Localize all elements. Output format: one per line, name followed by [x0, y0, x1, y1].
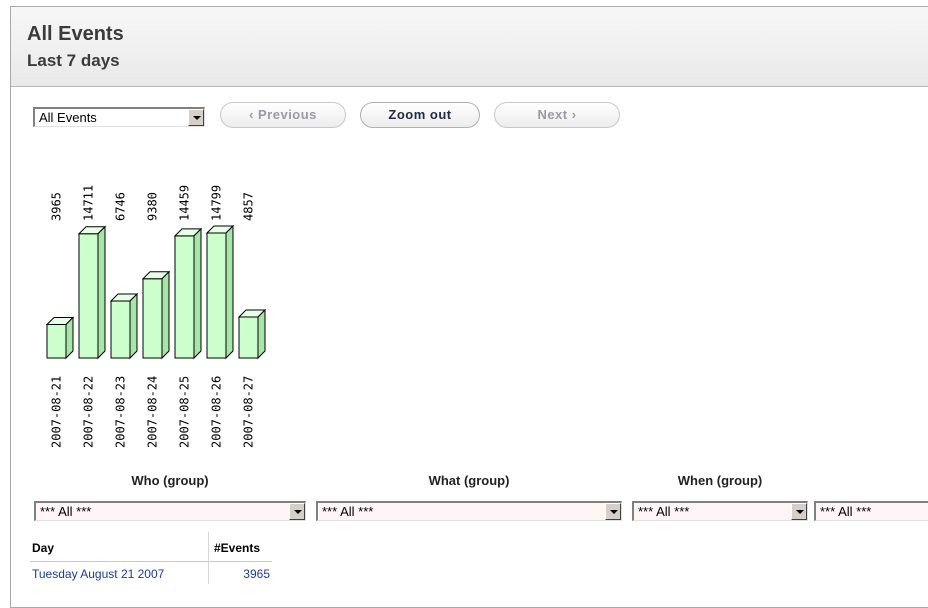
who-filter-value: *** All ***	[40, 504, 92, 519]
chart-category-label: 2007-08-26	[210, 376, 224, 448]
table-divider	[208, 532, 209, 584]
what-filter-value: *** All ***	[322, 504, 374, 519]
chevron-down-icon[interactable]	[791, 503, 807, 520]
chart-bar	[173, 227, 203, 360]
chart-bar	[141, 270, 171, 360]
when-filter-select[interactable]: *** All ***	[632, 501, 808, 521]
table-row-day-link[interactable]: Tuesday August 21 2007	[32, 567, 164, 581]
chart-value-label: 6746	[114, 192, 128, 221]
table-row-events: 3965	[243, 567, 270, 581]
table-divider	[30, 561, 272, 562]
chart-category-label: 2007-08-27	[242, 376, 256, 448]
events-bar-chart: 3965 2007-08-21 14711 2007-08-22 6746 2007-08…	[45, 185, 267, 448]
extra-filter-select[interactable]: *** All ***	[814, 501, 928, 521]
chart-value-label: 14799	[210, 185, 224, 221]
what-filter-select[interactable]: *** All ***	[316, 501, 622, 521]
chart-category-label: 2007-08-23	[114, 376, 128, 448]
chart-value-label: 4857	[242, 192, 256, 221]
filter-label-what: What (group)	[428, 473, 510, 488]
when-filter-value: *** All ***	[638, 504, 690, 519]
who-filter-select[interactable]: *** All ***	[34, 501, 306, 521]
table-header-events: #Events	[214, 541, 261, 555]
chart-bar	[205, 224, 235, 360]
filter-label-when: When (group)	[677, 473, 763, 488]
chart-category-label: 2007-08-24	[146, 376, 160, 448]
extra-filter-value: *** All ***	[820, 504, 872, 519]
chart-bar	[77, 225, 107, 360]
chart-category-label: 2007-08-21	[50, 376, 64, 448]
chart-value-label: 3965	[50, 192, 64, 221]
chart-category-label: 2007-08-25	[178, 376, 192, 448]
chart-category-label: 2007-08-22	[82, 376, 96, 448]
chart-bar	[109, 292, 139, 360]
chevron-down-icon[interactable]	[605, 503, 621, 520]
filter-label-who: Who (group)	[131, 473, 209, 488]
chart-bar	[237, 308, 267, 360]
table-header-day: Day	[32, 541, 55, 555]
chart-value-label: 14459	[178, 185, 192, 221]
chart-value-label: 14711	[82, 185, 96, 221]
chart-bar	[45, 316, 75, 360]
chart-value-label: 9380	[146, 192, 160, 221]
chevron-down-icon[interactable]	[289, 503, 305, 520]
